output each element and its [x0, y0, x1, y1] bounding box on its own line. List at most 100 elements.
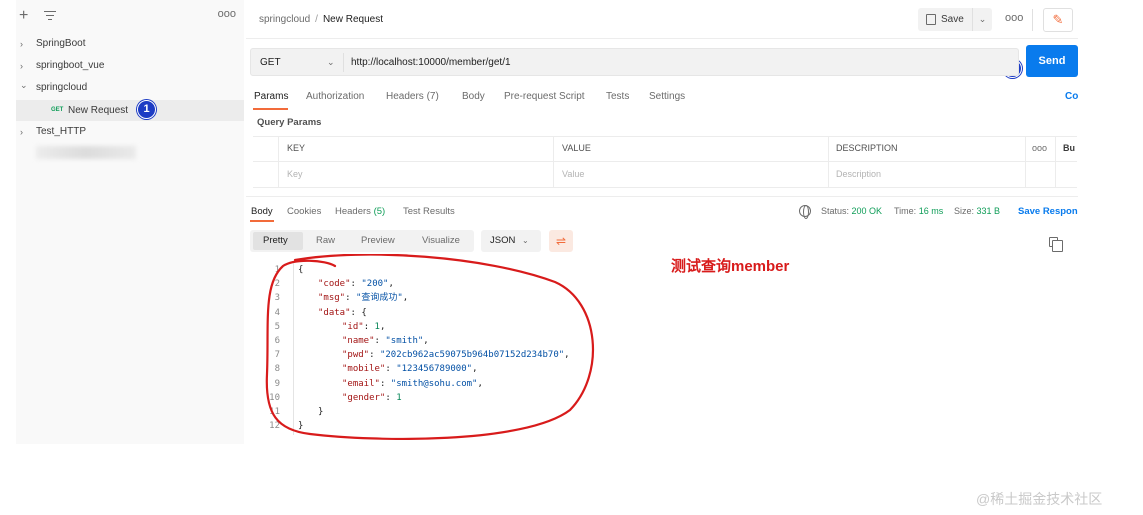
url-input[interactable]: http://localhost:10000/member/get/1	[351, 49, 511, 76]
format-visualize[interactable]: Visualize	[422, 230, 460, 252]
description-input[interactable]: Description	[836, 162, 881, 187]
column-header-description: DESCRIPTION	[836, 143, 898, 153]
active-tab-underline	[250, 220, 274, 222]
language-label: JSON	[490, 235, 516, 246]
line-number: 7	[274, 350, 280, 361]
sidebar: + ooo › SpringBoot › springboot_vue ⌄ sp…	[16, 0, 244, 444]
json-value: "查询成功"	[355, 293, 403, 304]
sidebar-item-test-http[interactable]: › Test_HTTP	[16, 122, 244, 142]
sidebar-item-springboot-vue[interactable]: › springboot_vue	[16, 56, 244, 76]
tab-body[interactable]: Body	[462, 91, 485, 102]
method-divider	[343, 53, 344, 72]
more-icon[interactable]: ooo	[218, 8, 236, 20]
line-number: 10	[269, 392, 280, 403]
chevron-right-icon: ›	[20, 127, 23, 137]
tab-tests[interactable]: Tests	[606, 91, 629, 102]
table-border	[253, 136, 1077, 137]
request-url-bar: GET ⌄ http://localhost:10000/member/get/…	[250, 48, 1019, 76]
json-value: "123456789000"	[396, 364, 473, 375]
json-key: "data"	[318, 307, 351, 318]
chevron-down-icon: ⌄	[522, 236, 529, 245]
sidebar-item-springboot[interactable]: › SpringBoot	[16, 34, 244, 54]
annotation-text: 测试查询member	[671, 258, 790, 275]
breadcrumb-separator: /	[315, 14, 318, 25]
format-tabs: Pretty Raw Preview Visualize	[250, 230, 474, 252]
json-punct: ,	[564, 350, 570, 361]
tab-pre-request-script[interactable]: Pre-request Script	[504, 91, 585, 102]
sidebar-item-springcloud[interactable]: ⌄ springcloud	[16, 78, 244, 98]
save-response-button[interactable]: Save Respon	[1018, 206, 1078, 217]
format-preview[interactable]: Preview	[361, 230, 395, 252]
line-number: 8	[274, 364, 280, 375]
query-params-table: KEY VALUE DESCRIPTION ooo Bu Key Value D…	[253, 136, 1077, 188]
active-tab-underline	[253, 108, 288, 110]
code-line: }	[318, 407, 324, 417]
time-value: 16 ms	[918, 206, 944, 216]
save-disk-icon	[926, 14, 936, 25]
chevron-down-icon[interactable]: ⌄	[327, 49, 335, 76]
table-border	[1055, 136, 1056, 188]
more-icon[interactable]: ooo	[1005, 12, 1023, 24]
filter-icon[interactable]	[44, 11, 56, 21]
key-input[interactable]: Key	[287, 162, 303, 187]
sidebar-request-new-request[interactable]: GET New Request	[16, 100, 244, 121]
cookies-link[interactable]: Co	[1065, 91, 1078, 102]
tab-settings[interactable]: Settings	[649, 91, 685, 102]
breadcrumb: springcloud / New Request	[259, 14, 383, 25]
send-button[interactable]: Send	[1026, 45, 1078, 77]
response-tab-headers[interactable]: Headers (5)	[335, 206, 385, 217]
save-button[interactable]: Save	[918, 8, 972, 31]
wrap-lines-icon[interactable]: ⇌	[549, 230, 573, 252]
method-select[interactable]: GET	[260, 49, 281, 76]
json-key: "name"	[342, 336, 375, 346]
response-tab-test-results[interactable]: Test Results	[403, 206, 455, 217]
line-number: 4	[274, 307, 280, 318]
table-more-icon[interactable]: ooo	[1032, 136, 1047, 161]
language-select[interactable]: JSON ⌄	[481, 230, 541, 252]
json-key: "email"	[342, 378, 380, 389]
format-raw[interactable]: Raw	[316, 230, 335, 252]
response-status: Status: 200 OK	[821, 206, 882, 216]
breadcrumb-parent[interactable]: springcloud	[259, 14, 310, 25]
response-time: Time: 16 ms	[894, 206, 943, 216]
tab-authorization[interactable]: Authorization	[306, 91, 364, 102]
line-number: 11	[269, 407, 280, 417]
status-label: Status:	[821, 206, 850, 216]
value-input[interactable]: Value	[562, 162, 584, 187]
header-divider-line	[246, 38, 1078, 39]
pencil-icon: ✎	[1052, 12, 1064, 27]
globe-icon[interactable]	[799, 205, 811, 219]
format-pretty[interactable]: Pretty	[263, 230, 288, 252]
size-label: Size:	[954, 206, 975, 216]
json-punct: ,	[402, 293, 409, 304]
line-number: 3	[274, 293, 280, 304]
json-value: "202cb962ac59075b964b07152d234b70"	[379, 350, 565, 361]
chevron-right-icon: ›	[20, 39, 23, 49]
size-value: 331 B	[976, 206, 1001, 216]
response-tab-body[interactable]: Body	[251, 206, 273, 217]
edit-button[interactable]: ✎	[1043, 8, 1073, 32]
tab-params[interactable]: Params	[254, 91, 288, 102]
code-line: }	[298, 421, 304, 432]
request-label: New Request	[68, 105, 129, 116]
code-line: "mobile": "123456789000",	[342, 364, 478, 375]
save-dropdown-chevron-icon[interactable]: ⌄	[972, 8, 992, 31]
table-border	[828, 136, 829, 188]
sidebar-item-label: springcloud	[36, 82, 88, 93]
column-header-key: KEY	[287, 143, 306, 153]
sidebar-toolbar: + ooo	[16, 6, 244, 28]
chevron-down-icon: ⌄	[20, 80, 28, 90]
tab-headers[interactable]: Headers (7)	[386, 91, 439, 102]
table-border	[278, 136, 279, 188]
header-divider	[1032, 9, 1033, 31]
chevron-right-icon: ›	[20, 61, 23, 71]
json-value: "smith"	[385, 336, 424, 346]
sidebar-item-label: springboot_vue	[36, 60, 105, 71]
line-number: 12	[269, 421, 280, 432]
bulk-edit-link[interactable]: Bu	[1063, 136, 1075, 161]
json-key: "pwd"	[342, 350, 370, 361]
copy-icon[interactable]	[1049, 237, 1063, 252]
plus-icon[interactable]: +	[19, 7, 28, 25]
response-tab-cookies[interactable]: Cookies	[287, 206, 321, 217]
code-line: "code": "200",	[318, 279, 394, 290]
